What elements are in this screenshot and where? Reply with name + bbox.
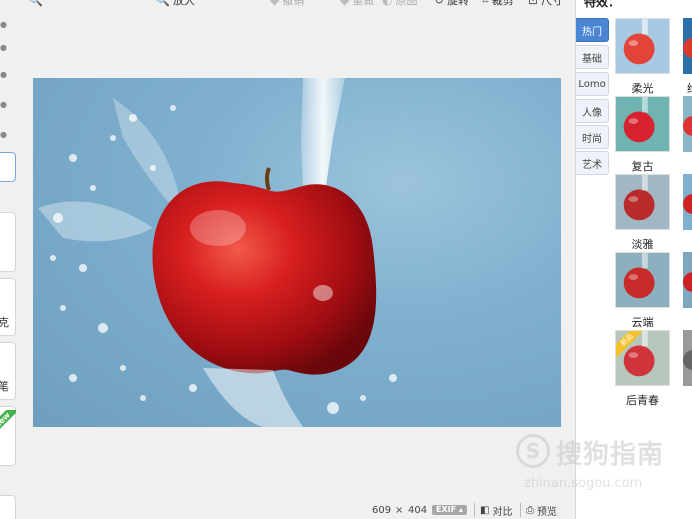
panel-title: 特效： (584, 0, 621, 9)
original-button[interactable]: ◐ 原图 (382, 0, 417, 8)
top-toolbar: 🔍 🔍 放大 ◆ 撤销 ◆ 重做 ◐ 原图 ↻ 旋转 ⌗ 裁剪 ⊡ 尺寸 (0, 0, 575, 8)
effect-thumb-youth[interactable]: 新品 (615, 330, 670, 386)
new-badge: 新品 (616, 331, 642, 357)
undo-icon: ◆ (270, 0, 280, 7)
tool-dot-icon[interactable]: ● (0, 43, 7, 52)
thumb-image (616, 253, 669, 307)
thumb-image (616, 175, 669, 229)
effect-thumb-partial[interactable] (683, 252, 692, 308)
effect-thumb-elegant[interactable] (615, 174, 670, 230)
effect-thumb-cloud[interactable] (615, 252, 670, 308)
status-divider (520, 503, 521, 517)
exif-badge: EXIF ▴ (432, 505, 467, 515)
exif-toggle[interactable]: EXIF ▴ (432, 503, 467, 517)
thumb-image (616, 97, 669, 151)
tab-fashion[interactable]: 时尚 (576, 125, 609, 149)
tool-dot-icon[interactable]: ● (0, 70, 7, 79)
rotate-button[interactable]: ↻ 旋转 (434, 0, 469, 8)
resize-icon: ⊡ (528, 0, 539, 7)
effect-thumb-partial[interactable] (683, 96, 692, 152)
dimension-separator: × (395, 504, 404, 516)
original-icon: ◐ (382, 0, 393, 7)
tab-art[interactable]: 艺术 (576, 151, 609, 175)
preview-button[interactable]: ⎙ 预览 (526, 503, 557, 518)
image-width: 609 (372, 504, 392, 516)
zoom-in-button[interactable]: 🔍 放大 (155, 0, 195, 8)
effect-label: 后青春 (626, 394, 659, 407)
status-divider (474, 503, 475, 517)
apple-photo (38, 78, 397, 427)
image-height: 404 (408, 504, 428, 516)
watermark-logo-icon: S (516, 434, 550, 468)
thumb-image (616, 19, 669, 73)
photo-canvas[interactable] (33, 78, 561, 427)
effect-thumb-partial[interactable] (683, 330, 692, 386)
effect-label: 云端 (631, 316, 654, 329)
tool-dot-icon[interactable]: ● (0, 100, 7, 109)
zoom-tool[interactable]: 🔍 (28, 0, 46, 8)
compare-icon: ◧ (480, 504, 490, 516)
rotate-icon: ↻ (434, 0, 445, 7)
effect-thumb-vintage[interactable] (615, 96, 670, 152)
effect-label: 复古 (631, 160, 654, 173)
crop-button[interactable]: ⌗ 裁剪 (482, 0, 514, 8)
effect-thumb-partial[interactable] (683, 174, 692, 230)
zoom-icon: 🔍 (28, 0, 43, 7)
tool-label: 克 (0, 316, 9, 329)
effect-label: 柔光 (631, 82, 654, 95)
tool-label: 笔 (0, 380, 9, 393)
tool-dot-icon[interactable]: ● (0, 130, 7, 139)
tab-basic[interactable]: 基础 (576, 45, 609, 69)
redo-icon: ◆ (340, 0, 350, 7)
new-ribbon: New (0, 410, 16, 436)
tab-portrait[interactable]: 人像 (576, 99, 609, 123)
watermark-brand: 搜狗指南 (556, 440, 665, 470)
tab-hot[interactable]: 热门 (576, 18, 609, 42)
sogou-watermark: S 搜狗指南 zhinan.sogou.com (516, 430, 686, 500)
undo-button[interactable]: ◆ 撤销 (270, 0, 304, 8)
left-tool-strip: ● ● ● ● ● 克 笔 New (0, 0, 16, 519)
preview-icon: ⎙ (526, 504, 534, 516)
effect-label-partial: 给 (687, 80, 692, 96)
tool-button[interactable] (0, 495, 16, 519)
resize-button[interactable]: ⊡ 尺寸 (528, 0, 563, 8)
effect-label: 淡雅 (631, 238, 654, 251)
zoom-in-icon: 🔍 (155, 0, 170, 7)
crop-icon: ⌗ (482, 0, 489, 8)
tab-lomo[interactable]: Lomo (576, 72, 609, 96)
compare-button[interactable]: ◧ 对比 (480, 503, 512, 518)
effect-thumb-soft-light[interactable] (615, 18, 670, 74)
tool-button[interactable] (0, 212, 16, 272)
tool-dot-icon[interactable]: ● (0, 20, 7, 29)
tool-button-selected[interactable] (0, 152, 16, 182)
watermark-url: zhinan.sogou.com (524, 476, 643, 491)
redo-button[interactable]: ◆ 重做 (340, 0, 374, 8)
effect-thumb-partial[interactable] (683, 18, 692, 74)
